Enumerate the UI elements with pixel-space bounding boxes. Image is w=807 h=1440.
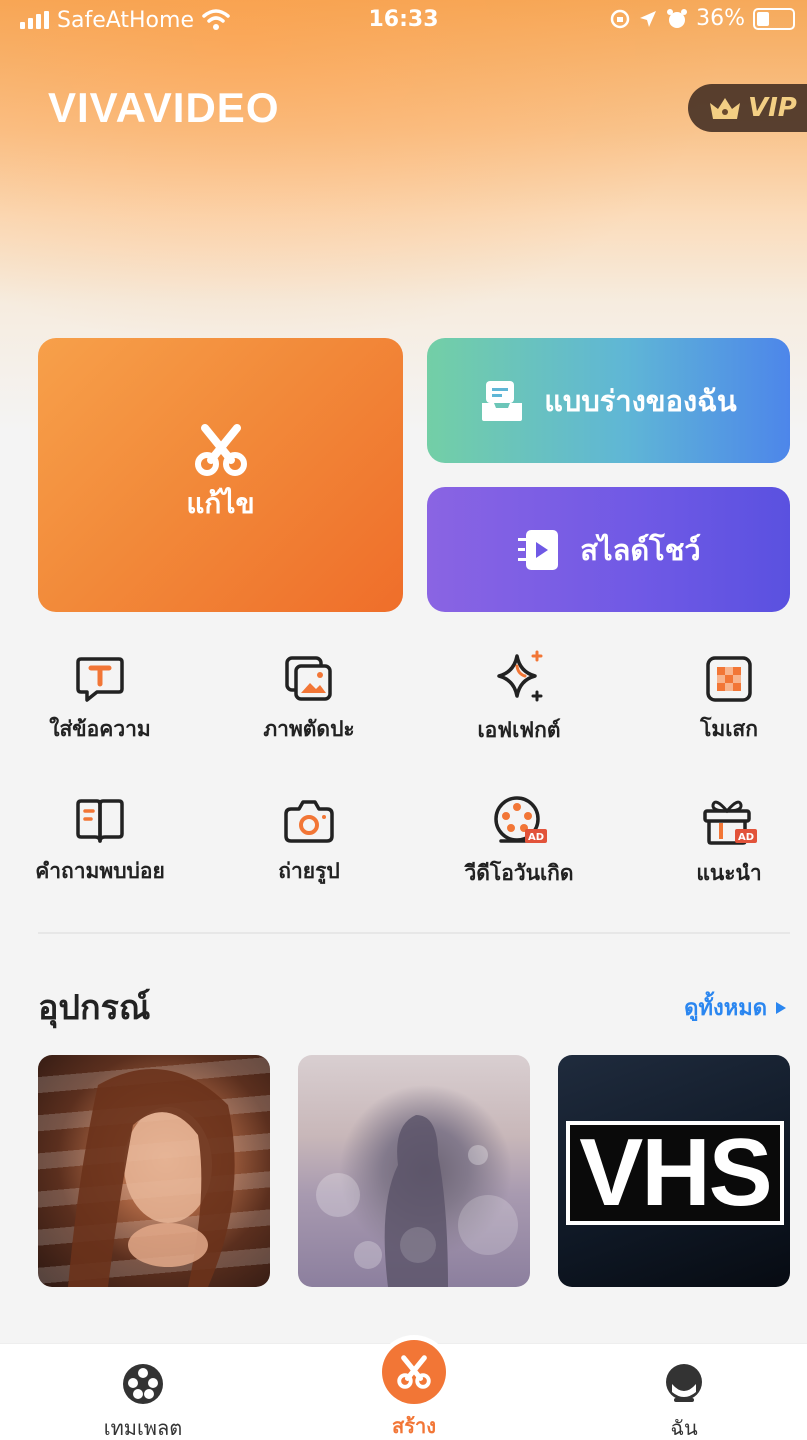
gift-ad-icon: AD [703, 800, 757, 845]
vhs-text: VHS [566, 1119, 784, 1226]
battery-percent: 36% [696, 6, 745, 31]
tab-create-label: สร้าง [392, 1414, 436, 1438]
tool-camera[interactable]: ถ่ายรูป [209, 797, 409, 888]
tool-label: โมเสก [700, 717, 758, 741]
tool-recommend[interactable]: AD แนะนำ [629, 795, 807, 890]
tool-add-text[interactable]: ใส่ข้อความ [0, 655, 200, 746]
tab-me[interactable]: ฉัน [614, 1362, 754, 1440]
vip-button[interactable]: VIP [688, 84, 807, 132]
tool-mosaic[interactable]: โมเสก [629, 655, 807, 746]
tab-templates-label: เทมเพลต [103, 1416, 183, 1440]
scissors-icon [194, 424, 247, 476]
see-all-link[interactable]: ดูทั้งหมด [684, 990, 787, 1025]
slideshow-icon [518, 529, 559, 570]
tool-birthday-video[interactable]: AD วีดีโอวันเกิด [419, 795, 619, 890]
tool-label: เอฟเฟกต์ [477, 718, 561, 742]
tool-label: แนะนำ [696, 861, 762, 885]
drafts-label: แบบร่างของฉัน [544, 383, 737, 418]
tool-collage[interactable]: ภาพตัดปะ [209, 655, 409, 746]
slideshow-button[interactable]: สไลด์โชว์ [427, 487, 790, 612]
material-thumbnail-portrait[interactable] [38, 1055, 270, 1287]
battery-icon [753, 7, 795, 30]
mosaic-icon [706, 656, 752, 702]
rotation-lock-icon [610, 9, 630, 28]
film-reel-ad-icon: AD [494, 796, 547, 843]
edit-tile-button[interactable]: แก้ไข [38, 338, 403, 612]
tool-label: ภาพตัดปะ [263, 717, 355, 741]
tool-label: วีดีโอวันเกิด [464, 861, 574, 885]
slideshow-label: สไลด์โชว์ [580, 532, 701, 567]
my-drafts-button[interactable]: แบบร่างของฉัน [427, 338, 790, 463]
tool-label: ถ่ายรูป [278, 859, 340, 883]
scissors-icon [397, 1355, 431, 1389]
text-icon [76, 657, 124, 702]
tab-me-label: ฉัน [670, 1416, 698, 1440]
material-thumbnail-bokeh[interactable] [298, 1055, 530, 1287]
tab-create-button[interactable] [382, 1340, 446, 1404]
tool-faq[interactable]: คำถามพบบ่อย [0, 797, 200, 888]
alarm-icon [667, 8, 688, 28]
drafts-icon [482, 380, 523, 421]
tool-label: ใส่ข้อความ [49, 717, 151, 741]
location-icon [640, 10, 657, 27]
collage-icon [285, 656, 332, 701]
see-all-label: ดูทั้งหมด [684, 996, 767, 1021]
film-reel-icon [123, 1364, 163, 1404]
material-thumbnail-vhs[interactable]: VHS [558, 1055, 790, 1287]
camera-icon [284, 800, 334, 843]
ad-badge: AD [528, 832, 544, 843]
ad-badge: AD [738, 832, 754, 843]
vip-label: VIP [748, 93, 797, 123]
crown-icon [710, 98, 740, 119]
app-title: VIVAVIDEO [48, 84, 280, 131]
profile-icon [666, 1364, 702, 1402]
faq-book-icon [76, 799, 124, 843]
divider [38, 932, 790, 934]
effects-sparkle-icon [497, 650, 543, 702]
tool-effects[interactable]: เอฟเฟกต์ [419, 650, 619, 747]
status-bar: SafeAtHome 16:33 36% [0, 0, 807, 40]
materials-title: อุปกรณ์ [38, 988, 151, 1028]
bokeh-image [316, 1115, 518, 1287]
tab-templates[interactable]: เทมเพลต [73, 1362, 213, 1440]
edit-label: แก้ไข [186, 487, 255, 520]
portrait-image [68, 1069, 235, 1287]
play-arrow-icon [776, 1001, 786, 1014]
tool-label: คำถามพบบ่อย [35, 859, 165, 883]
